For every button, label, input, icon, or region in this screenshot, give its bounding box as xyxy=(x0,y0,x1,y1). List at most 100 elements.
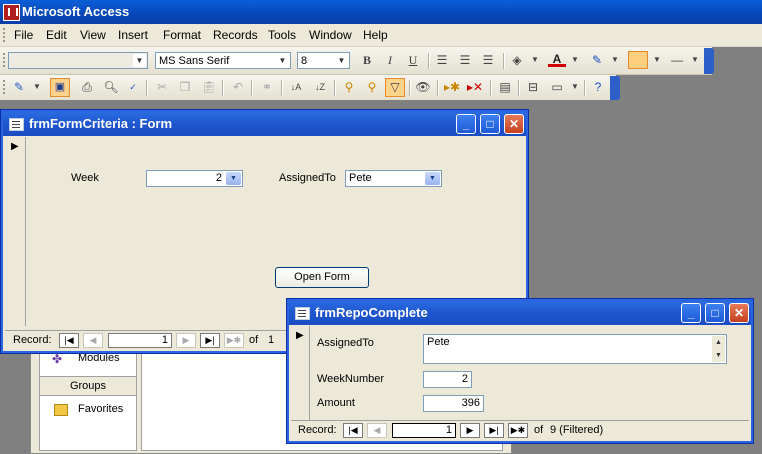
chevron-down-icon[interactable]: ▼ xyxy=(606,51,624,69)
menu-edit[interactable]: Edit xyxy=(46,28,67,42)
last-record-icon[interactable]: ▶| xyxy=(484,423,504,438)
chevron-down-icon[interactable]: ▼ xyxy=(276,54,289,67)
scrollbar[interactable]: ▲ ▼ xyxy=(712,336,725,362)
current-record-icon: ▶ xyxy=(296,330,304,341)
db-favorites[interactable]: Favorites xyxy=(78,403,123,415)
filter-by-selection-icon[interactable]: ⚲ xyxy=(340,78,358,96)
menu-tools[interactable]: Tools xyxy=(268,28,296,42)
align-left-icon[interactable]: ☰ xyxy=(433,51,451,69)
underline-button[interactable]: U xyxy=(404,51,422,69)
form-criteria-titlebar[interactable]: frmFormCriteria : Form _ □ ✕ xyxy=(3,112,526,136)
menu-help[interactable]: Help xyxy=(363,28,388,42)
undo-icon[interactable]: ↶ xyxy=(229,78,247,96)
hyperlink-icon[interactable]: ⚭ xyxy=(258,78,276,96)
week-number-field[interactable]: 2 xyxy=(423,371,472,388)
menu-records[interactable]: Records xyxy=(213,28,258,42)
minimize-icon[interactable]: _ xyxy=(681,303,701,323)
chevron-down-icon[interactable]: ▼ xyxy=(28,78,46,96)
italic-button[interactable]: I xyxy=(381,51,399,69)
sort-ascending-icon[interactable]: ↓A xyxy=(287,78,305,96)
align-center-icon[interactable]: ☰ xyxy=(456,51,474,69)
toolbar-grip[interactable] xyxy=(3,80,8,94)
object-combo[interactable]: ▼ xyxy=(8,52,148,69)
cut-icon[interactable]: ✂ xyxy=(153,78,171,96)
fill-color-icon[interactable]: ◈ xyxy=(508,51,526,69)
database-window-icon[interactable]: ⊟ xyxy=(524,78,542,96)
chevron-down-icon[interactable]: ▼ xyxy=(686,51,704,69)
first-record-icon[interactable]: |◀ xyxy=(59,333,79,348)
spelling-icon[interactable]: ✓ xyxy=(124,78,142,96)
record-number-field[interactable]: 1 xyxy=(392,423,456,438)
previous-record-icon[interactable]: ◀ xyxy=(367,423,387,438)
menu-format[interactable]: Format xyxy=(163,28,201,42)
view-icon[interactable]: ✎ xyxy=(10,78,28,96)
font-color-icon[interactable]: A xyxy=(548,50,566,67)
menu-window[interactable]: Window xyxy=(309,28,352,42)
next-record-icon[interactable]: ▶ xyxy=(176,333,196,348)
new-record-nav-icon[interactable]: ▶✱ xyxy=(224,333,244,348)
previous-record-icon[interactable]: ◀ xyxy=(83,333,103,348)
size-combo[interactable]: 8 ▼ xyxy=(297,52,350,69)
delete-record-icon[interactable]: ▸✕ xyxy=(466,78,484,96)
db-groups[interactable]: Groups xyxy=(40,376,136,396)
last-record-icon[interactable]: ▶| xyxy=(200,333,220,348)
chevron-down-icon[interactable]: ▼ xyxy=(226,172,241,185)
chevron-down-icon[interactable]: ▼ xyxy=(335,54,348,67)
maximize-icon[interactable]: □ xyxy=(480,114,500,134)
paste-icon[interactable]: 📋︎ xyxy=(200,78,218,96)
assigned-to-value: Pete xyxy=(427,336,450,348)
new-record-nav-icon[interactable]: ▶✱ xyxy=(508,423,528,438)
record-selector[interactable]: ▶ xyxy=(5,137,26,326)
print-preview-icon[interactable]: 🔍︎ xyxy=(102,78,120,96)
next-record-icon[interactable]: ▶ xyxy=(460,423,480,438)
minimize-icon[interactable]: _ xyxy=(456,114,476,134)
menu-grip[interactable] xyxy=(3,28,8,42)
menu-insert[interactable]: Insert xyxy=(118,28,148,42)
chevron-down-icon[interactable]: ▼ xyxy=(566,78,584,96)
font-combo[interactable]: MS Sans Serif ▼ xyxy=(155,52,291,69)
close-icon[interactable]: ✕ xyxy=(729,303,749,323)
toolbar-options-icon[interactable] xyxy=(610,76,620,100)
apply-filter-icon[interactable]: ▽ xyxy=(385,78,405,97)
chevron-down-icon[interactable]: ▼ xyxy=(566,51,584,69)
line-color-icon[interactable]: ✎ xyxy=(588,51,606,69)
assigned-to-combo[interactable]: Pete ▼ xyxy=(345,170,442,187)
align-right-icon[interactable]: ☰ xyxy=(479,51,497,69)
special-effect-icon[interactable] xyxy=(628,51,648,69)
bold-button[interactable]: B xyxy=(358,51,376,69)
save-icon[interactable]: ▣ xyxy=(50,78,70,97)
chevron-down-icon[interactable]: ▼ xyxy=(526,51,544,69)
separator xyxy=(409,80,411,96)
new-object-icon[interactable]: ▭ xyxy=(548,78,566,96)
assigned-to-field[interactable]: Pete ▲ ▼ xyxy=(423,334,727,364)
print-icon[interactable]: ⎙ xyxy=(78,78,96,96)
menu-file[interactable]: File xyxy=(14,28,33,42)
chevron-down-icon[interactable]: ▼ xyxy=(425,172,440,185)
record-selector[interactable]: ▶ xyxy=(291,326,310,420)
repo-complete-titlebar[interactable]: frmRepoComplete _ □ ✕ xyxy=(289,301,751,325)
properties-icon[interactable]: ▤ xyxy=(496,78,514,96)
new-record-icon[interactable]: ▸✱ xyxy=(443,78,461,96)
access-key-icon[interactable] xyxy=(3,4,20,21)
record-number-field[interactable]: 1 xyxy=(108,333,172,348)
week-combo[interactable]: 2 ▼ xyxy=(146,170,243,187)
sort-descending-icon[interactable]: ↓Z xyxy=(311,78,329,96)
open-form-button[interactable]: Open Form xyxy=(275,267,369,288)
amount-field[interactable]: 396 xyxy=(423,395,484,412)
help-icon[interactable]: ? xyxy=(589,78,607,96)
filter-by-form-icon[interactable]: ⚲ xyxy=(363,78,381,96)
find-icon[interactable]: 👁︎ xyxy=(414,78,432,96)
menu-view[interactable]: View xyxy=(80,28,106,42)
app-title-bar: Microsoft Access xyxy=(0,0,762,24)
toolbar-options-icon[interactable] xyxy=(704,48,714,74)
amount-label: Amount xyxy=(317,397,355,409)
close-icon[interactable]: ✕ xyxy=(504,114,524,134)
line-width-icon[interactable]: — xyxy=(668,51,686,69)
chevron-down-icon[interactable]: ▼ xyxy=(648,51,666,69)
first-record-icon[interactable]: |◀ xyxy=(343,423,363,438)
maximize-icon[interactable]: □ xyxy=(705,303,725,323)
form-icon[interactable] xyxy=(9,118,24,131)
chevron-down-icon[interactable]: ▼ xyxy=(133,54,146,67)
form-icon[interactable] xyxy=(295,307,310,320)
copy-icon[interactable]: ❐ xyxy=(176,78,194,96)
